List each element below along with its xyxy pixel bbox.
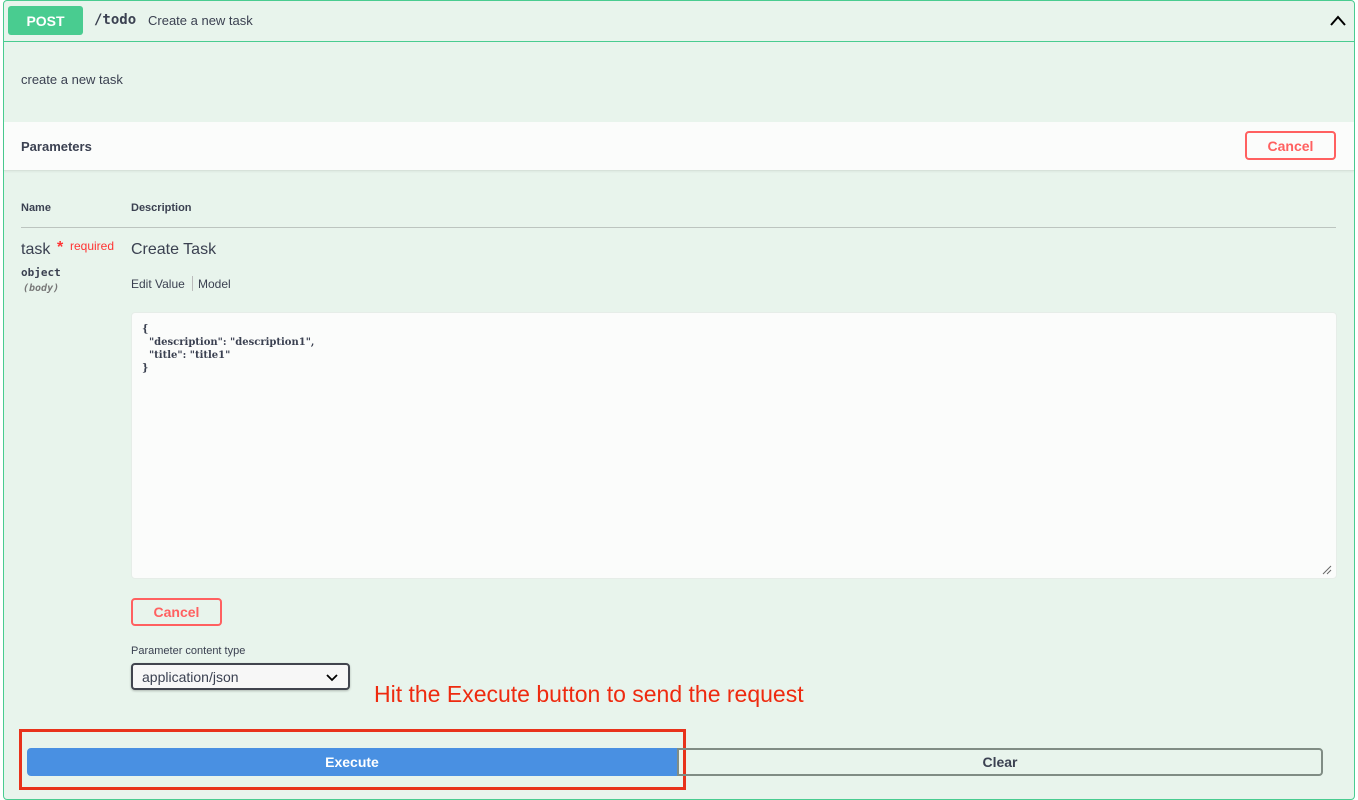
request-body-editor[interactable]: { "description": "description1", "title"… [131, 312, 1337, 579]
parameter-type: object [21, 266, 61, 279]
chevron-up-icon[interactable] [1328, 11, 1348, 31]
tab-divider [192, 276, 193, 291]
column-header-name: Name [21, 202, 51, 214]
required-asterisk: * [57, 239, 64, 256]
parameter-location: (body) [23, 283, 60, 294]
operation-description: create a new task [21, 72, 123, 87]
cancel-try-out-button[interactable]: Cancel [1245, 131, 1336, 160]
annotation-text: Hit the Execute button to send the reque… [374, 681, 804, 707]
tab-model[interactable]: Model [198, 277, 231, 291]
parameter-description: Create Task [131, 241, 217, 258]
operation-path: /todo [94, 12, 137, 28]
operation-summary[interactable]: POST /todo Create a new task [4, 1, 1354, 42]
operation-block-post-todo: POST /todo Create a new task create a ne… [3, 0, 1355, 800]
parameters-header: Parameters Cancel [4, 122, 1354, 171]
column-header-description: Description [131, 202, 192, 214]
parameter-name: task [21, 241, 51, 258]
resize-grip-icon[interactable] [1322, 565, 1332, 575]
required-label: required [70, 239, 115, 253]
tab-edit-value[interactable]: Edit Value [131, 277, 185, 291]
content-type-select[interactable]: application/json [131, 663, 350, 690]
content-type-value: application/json [142, 669, 239, 685]
clear-button[interactable]: Clear [677, 748, 1323, 776]
execute-button[interactable]: Execute [27, 748, 677, 776]
parameters-title: Parameters [21, 139, 92, 154]
header-divider [21, 227, 1336, 228]
chevron-down-icon [326, 674, 338, 682]
content-type-label: Parameter content type [131, 645, 246, 657]
operation-summary-text: Create a new task [148, 13, 253, 28]
cancel-edit-button[interactable]: Cancel [131, 598, 222, 626]
method-badge: POST [8, 6, 83, 35]
